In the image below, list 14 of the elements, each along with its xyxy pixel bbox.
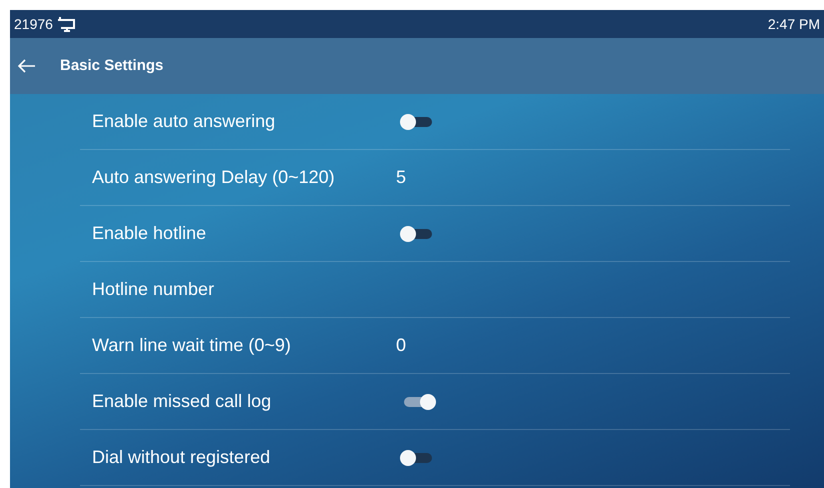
setting-value[interactable]: 0 xyxy=(396,332,406,359)
setting-label: Enable missed call log xyxy=(91,390,272,413)
setting-label: Hotline number xyxy=(91,278,216,301)
setting-value[interactable]: 5 xyxy=(396,164,406,191)
setting-label: Dial without registered xyxy=(91,446,272,469)
back-arrow-icon[interactable] xyxy=(18,59,36,73)
clock: 2:47 PM xyxy=(768,14,820,34)
setting-label: Auto answering Delay (0~120) xyxy=(91,166,336,189)
setting-label: Enable auto answering xyxy=(91,110,276,133)
setting-label: Enable hotline xyxy=(91,222,208,245)
setting-label: Warn line wait time (0~9) xyxy=(91,334,292,357)
page-title: Basic Settings xyxy=(60,56,164,76)
extension-number: 21976 xyxy=(14,14,53,34)
monitor-icon xyxy=(56,16,75,32)
